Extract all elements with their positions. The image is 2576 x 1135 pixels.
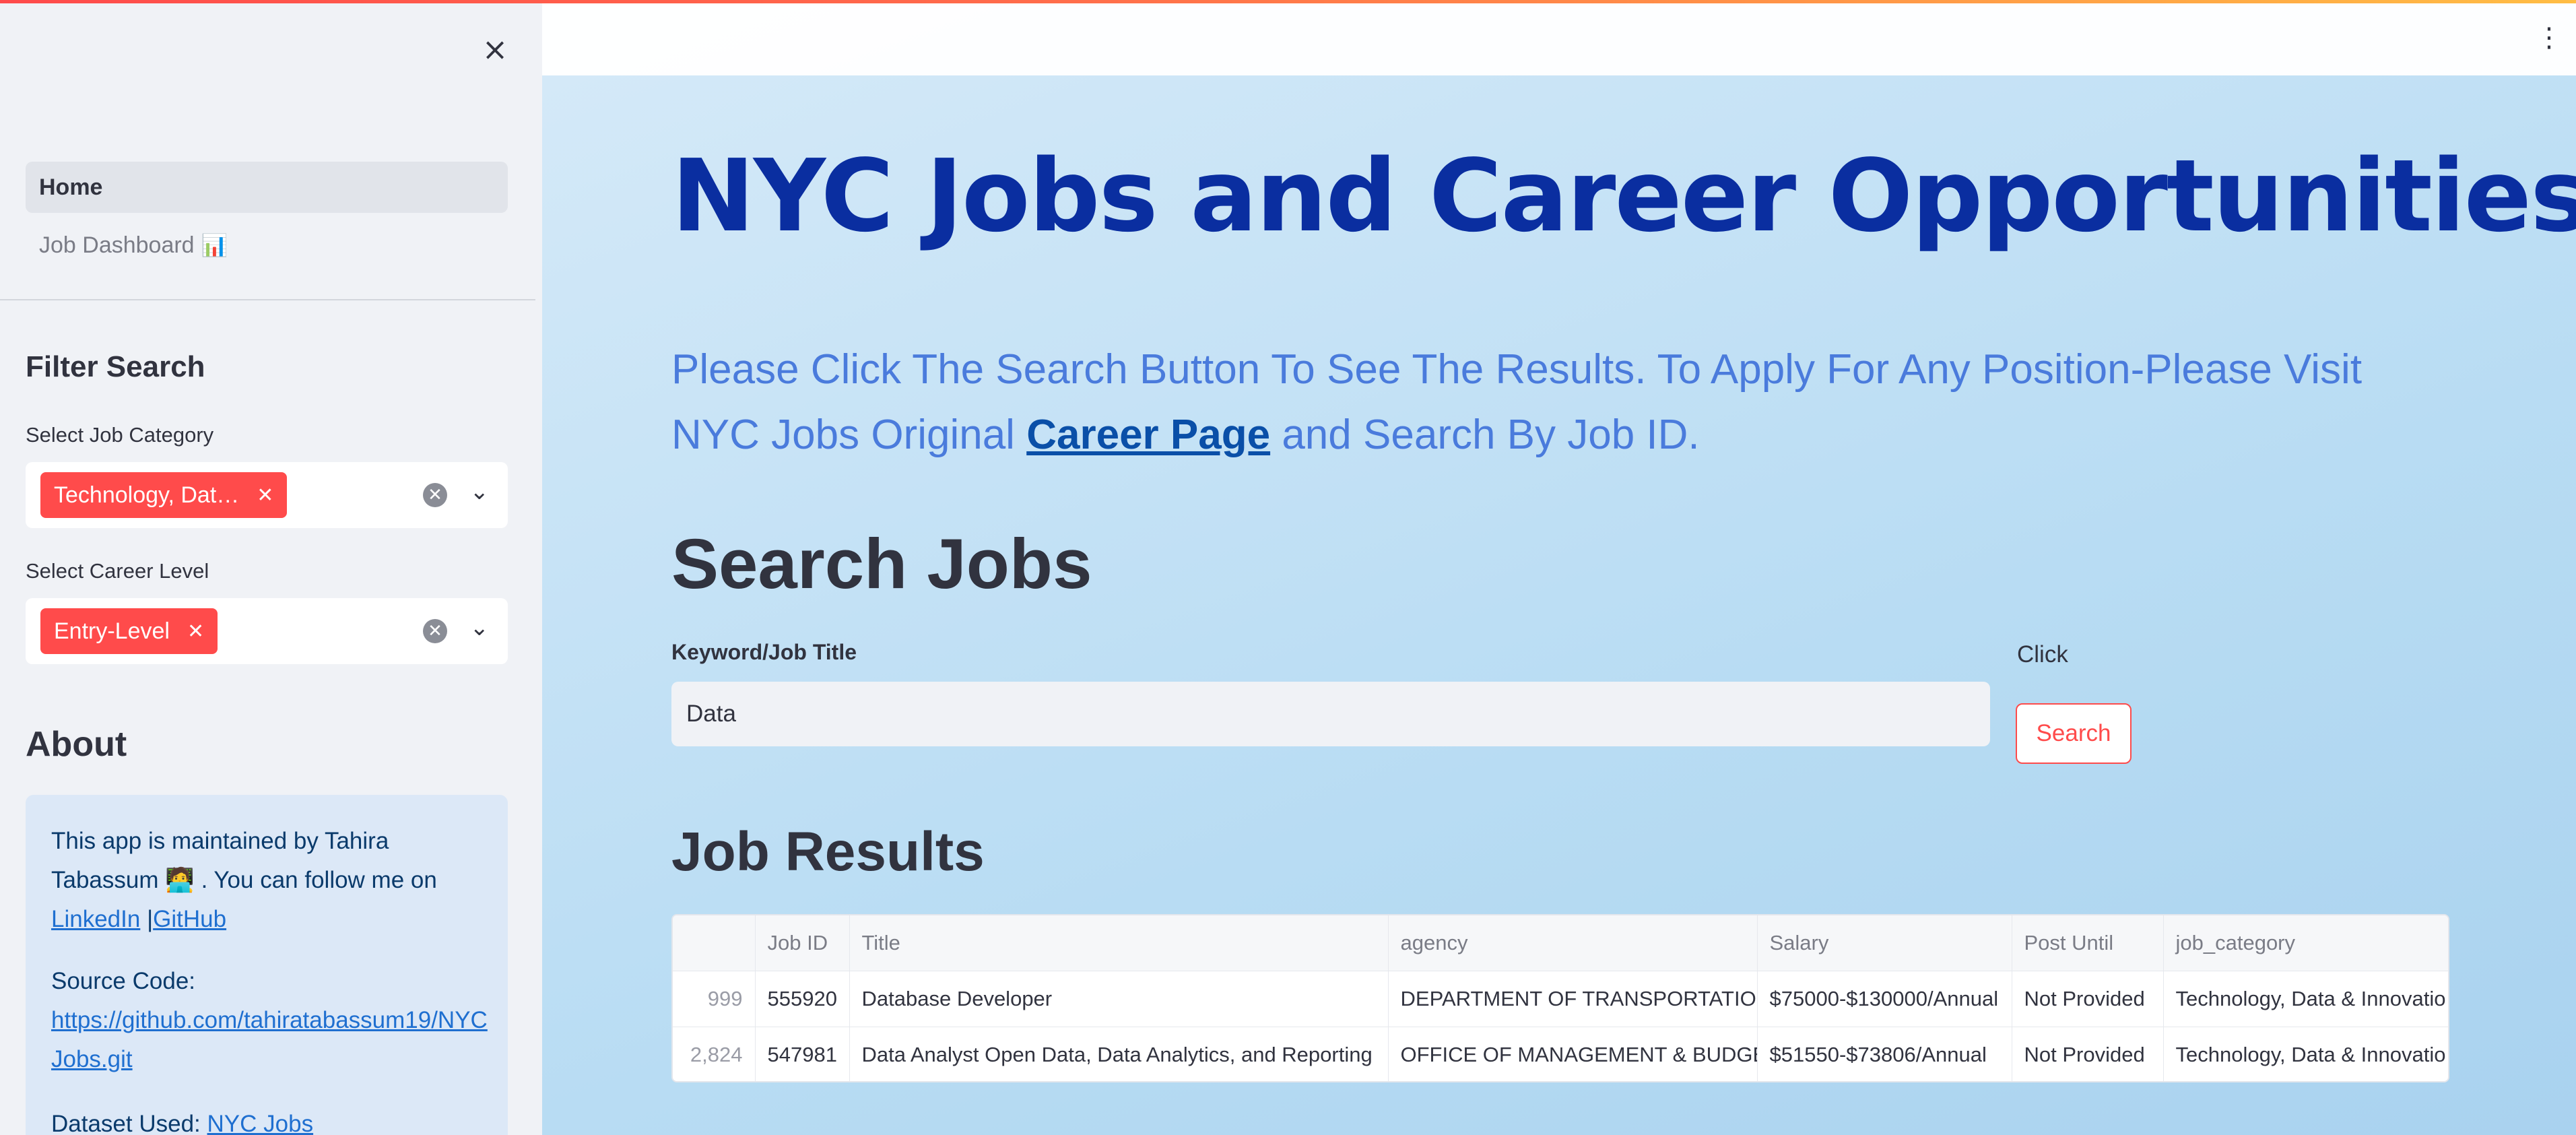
cell-agency[interactable]: OFFICE OF MANAGEMENT & BUDGET <box>1388 1027 1758 1081</box>
kebab-menu-icon[interactable]: ⋮ <box>2536 24 2563 51</box>
column-header[interactable]: agency <box>1388 915 1758 971</box>
sidebar-item-home[interactable]: Home <box>26 162 508 213</box>
column-header[interactable]: Salary <box>1757 915 2012 971</box>
column-header[interactable]: Post Until <box>2012 915 2164 971</box>
clear-icon[interactable]: ✕ <box>423 483 447 507</box>
top-accent-bar <box>0 0 2576 3</box>
cell-agency[interactable]: DEPARTMENT OF TRANSPORTATION <box>1388 971 1758 1027</box>
source-label: Source Code: <box>51 968 196 994</box>
cell-job-id[interactable]: 555920 <box>755 971 850 1027</box>
career-level-select[interactable]: Entry-Level ✕ ✕ ⌄ <box>26 598 508 664</box>
cell-job-category[interactable]: Technology, Data & Innovatio <box>2163 971 2448 1027</box>
search-jobs-heading: Search Jobs <box>671 525 1092 604</box>
click-label: Click <box>2017 641 2068 668</box>
dataset-link[interactable]: NYC Jobs <box>207 1111 314 1135</box>
column-header[interactable]: Title <box>849 915 1389 971</box>
cell-post-until[interactable]: Not Provided <box>2012 971 2164 1027</box>
keyword-input[interactable] <box>671 682 1990 746</box>
link-separator: | <box>147 906 154 932</box>
about-info-box: This app is maintained by Tahira Tabassu… <box>26 795 508 1135</box>
search-button[interactable]: Search <box>2016 703 2132 764</box>
dataset-used: Dataset Used: NYC Jobs <box>51 1105 496 1135</box>
job-results-heading: Job Results <box>671 821 985 882</box>
cell-salary[interactable]: $75000-$130000/Annual <box>1757 971 2012 1027</box>
row-index: 2,824 <box>673 1027 756 1081</box>
results-table[interactable]: Job ID Title agency Salary Post Until jo… <box>671 914 2449 1082</box>
intro-text: Please Click The Search Button To See Th… <box>671 337 2449 467</box>
sidebar-item-job-dashboard[interactable]: Job Dashboard 📊 <box>26 220 508 271</box>
table-header-row: Job ID Title agency Salary Post Until jo… <box>673 915 2448 971</box>
column-header[interactable]: Job ID <box>755 915 850 971</box>
main-content: ⋮ NYC Jobs and Career Opportunities Plea… <box>542 0 2576 1135</box>
job-category-tag: Technology, Dat… ✕ <box>40 472 288 518</box>
about-line-tail: . You can follow me on <box>201 867 437 893</box>
remove-tag-icon[interactable]: ✕ <box>257 484 273 507</box>
results-grid: Job ID Title agency Salary Post Until jo… <box>673 915 2448 1081</box>
sidebar-nav: Home Job Dashboard 📊 <box>26 162 508 271</box>
chevron-down-icon[interactable]: ⌄ <box>470 614 490 641</box>
cell-job-category[interactable]: Technology, Data & Innovatio <box>2163 1027 2448 1081</box>
cell-salary[interactable]: $51550-$73806/Annual <box>1757 1027 2012 1081</box>
tag-label: Entry-Level <box>54 618 170 644</box>
tag-label: Technology, Dat… <box>54 482 240 508</box>
cell-title[interactable]: Database Developer <box>849 971 1389 1027</box>
linkedin-link[interactable]: LinkedIn <box>51 906 140 932</box>
cell-post-until[interactable]: Not Provided <box>2012 1027 2164 1081</box>
sidebar-item-label: Job Dashboard <box>39 232 195 258</box>
chevron-down-icon[interactable]: ⌄ <box>470 478 490 505</box>
career-level-label: Select Career Level <box>26 559 209 583</box>
career-page-link[interactable]: Career Page <box>1026 412 1270 458</box>
cell-job-id[interactable]: 547981 <box>755 1027 850 1081</box>
table-row[interactable]: 999 555920 Database Developer DEPARTMENT… <box>673 971 2448 1027</box>
page-title: NYC Jobs and Career Opportunities <box>671 138 2576 254</box>
column-header[interactable] <box>673 915 756 971</box>
filter-heading: Filter Search <box>26 350 205 383</box>
sidebar-divider <box>0 299 535 300</box>
job-category-select[interactable]: Technology, Dat… ✕ ✕ ⌄ <box>26 462 508 528</box>
career-level-tag: Entry-Level ✕ <box>40 608 218 654</box>
app-header: ⋮ <box>542 0 2576 75</box>
job-category-label: Select Job Category <box>26 423 214 447</box>
row-index: 999 <box>673 971 756 1027</box>
column-header[interactable]: job_category <box>2163 915 2448 971</box>
dataset-label: Dataset Used: <box>51 1111 201 1135</box>
source-code: Source Code: https://github.com/tahirata… <box>51 962 496 1079</box>
table-row[interactable]: 2,824 547981 Data Analyst Open Data, Dat… <box>673 1027 2448 1081</box>
source-code-link[interactable]: https://github.com/tahiratabassum19/NYCJ… <box>51 1007 488 1072</box>
github-link[interactable]: GitHub <box>153 906 226 932</box>
keyword-label: Keyword/Job Title <box>671 640 857 664</box>
sidebar: × Home Job Dashboard 📊 Filter Search Sel… <box>0 0 542 1135</box>
cell-title[interactable]: Data Analyst Open Data, Data Analytics, … <box>849 1027 1389 1081</box>
about-heading: About <box>26 725 127 764</box>
technologist-icon: 🧑‍💻 <box>165 867 195 893</box>
remove-tag-icon[interactable]: ✕ <box>187 620 204 643</box>
clear-icon[interactable]: ✕ <box>423 619 447 643</box>
intro-part2: and Search By Job ID. <box>1282 412 1700 458</box>
bar-chart-icon: 📊 <box>201 233 228 257</box>
sidebar-item-label: Home <box>39 174 103 200</box>
about-text: This app is maintained by Tahira Tabassu… <box>51 822 496 939</box>
close-icon[interactable]: × <box>471 26 519 73</box>
